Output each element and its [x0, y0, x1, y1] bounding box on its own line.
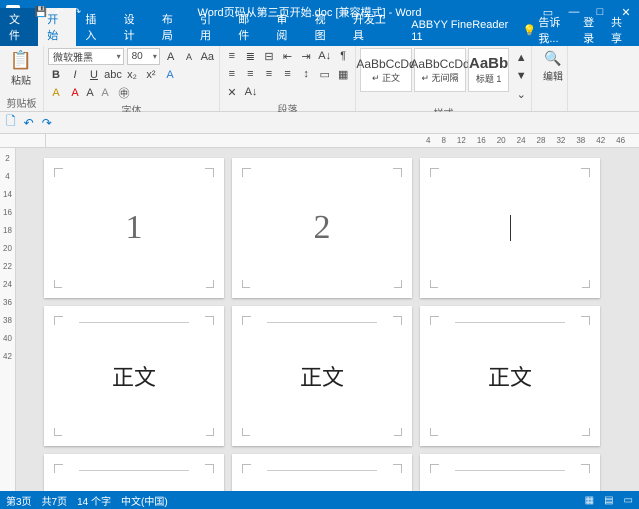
tab-abbyy[interactable]: ABBYY FineReader 11 — [402, 16, 522, 46]
sort-icon[interactable]: A↓ — [317, 48, 333, 64]
italic-button[interactable]: I — [67, 67, 83, 83]
group-clipboard-label: 剪贴板 — [4, 94, 39, 110]
shrink-font-icon[interactable]: A — [181, 49, 196, 65]
qat2-redo-icon[interactable]: ↷ — [42, 116, 52, 130]
view-print-icon[interactable]: ▤ — [604, 495, 613, 506]
tab-references[interactable]: 引用 — [191, 8, 229, 46]
align-left-icon[interactable]: ≡ — [224, 66, 240, 82]
enclose-icon[interactable]: ㊥ — [116, 85, 132, 101]
tab-mailings[interactable]: 邮件 — [229, 8, 267, 46]
align-right-icon[interactable]: ≡ — [261, 66, 277, 82]
page-thumbnail: 正文 — [232, 306, 412, 446]
show-marks-icon[interactable]: ¶ — [335, 48, 351, 64]
paste-button[interactable]: 📋 粘贴 — [4, 48, 38, 89]
view-web-icon[interactable]: ▭ — [624, 495, 633, 506]
status-total[interactable]: 共7页 — [42, 493, 68, 508]
qat-save-icon[interactable]: 💾 — [34, 5, 48, 19]
subscript-button[interactable]: x₂ — [124, 67, 140, 83]
view-read-icon[interactable]: ▦ — [585, 495, 594, 506]
find-icon: 🔍 — [544, 50, 561, 67]
style-heading1[interactable]: AaBb 标题 1 — [468, 48, 509, 92]
font-color-icon[interactable]: A — [67, 85, 83, 101]
page-thumbnail — [420, 158, 600, 298]
bold-button[interactable]: B — [48, 67, 64, 83]
highlight-icon[interactable]: A — [48, 85, 64, 101]
styles-scroll-up-icon[interactable]: ▲ — [513, 50, 529, 66]
shading-icon[interactable]: ▭ — [317, 66, 333, 82]
tab-file[interactable]: 文件 — [0, 8, 38, 46]
borders-icon[interactable]: ▦ — [335, 66, 351, 82]
style-normal[interactable]: AaBbCcDd ↵ 正文 — [360, 48, 412, 92]
tab-design[interactable]: 设计 — [115, 8, 153, 46]
char-border-icon[interactable]: A — [86, 85, 94, 101]
justify-icon[interactable]: ≡ — [280, 66, 296, 82]
clipboard-icon: 📋 — [10, 50, 32, 71]
tab-developer[interactable]: 开发工具 — [344, 8, 402, 46]
increase-indent-icon[interactable]: ⇥ — [298, 48, 314, 64]
page-thumbnail — [44, 454, 224, 491]
style-nospacing[interactable]: AaBbCcDd ↵ 无间隔 — [414, 48, 466, 92]
decrease-indent-icon[interactable]: ⇤ — [280, 48, 296, 64]
text-effects-icon[interactable]: A — [162, 67, 178, 83]
tab-review[interactable]: 审阅 — [267, 8, 305, 46]
styles-scroll-down-icon[interactable]: ▼ — [513, 68, 529, 84]
font-size-select[interactable]: 80 — [127, 48, 160, 65]
page-thumbnail — [420, 454, 600, 491]
multilevel-icon[interactable]: ⊟ — [261, 48, 277, 64]
qat2-new-icon[interactable]: 🗋 — [6, 112, 16, 133]
char-shading-icon[interactable]: A — [97, 85, 113, 101]
styles-expand-icon[interactable]: ⌄ — [513, 86, 529, 102]
page-thumbnail: 正文 — [44, 306, 224, 446]
paragraph-settings-icon[interactable]: A↓ — [243, 84, 259, 100]
tab-view[interactable]: 视图 — [306, 8, 344, 46]
numbering-icon[interactable]: ≣ — [243, 48, 259, 64]
tell-me[interactable]: 💡 告诉我... — [523, 14, 575, 46]
snap-to-grid-icon[interactable]: ✕ — [224, 84, 240, 100]
document-canvas[interactable]: 1 2 正文 正文 正文 — [16, 148, 639, 491]
qat-redo-icon[interactable]: ↷ — [70, 5, 84, 19]
strike-button[interactable]: abc — [105, 67, 121, 83]
bullets-icon[interactable]: ≡ — [224, 48, 240, 64]
text-cursor — [510, 215, 511, 241]
editing-button[interactable]: 🔍 编辑 — [536, 48, 570, 85]
page-thumbnail: 正文 — [420, 306, 600, 446]
page-thumbnail — [232, 454, 412, 491]
superscript-button[interactable]: x² — [143, 67, 159, 83]
change-case-icon[interactable]: Aa — [200, 49, 215, 65]
grow-font-icon[interactable]: A — [163, 49, 178, 65]
line-spacing-icon[interactable]: ↕ — [298, 66, 314, 82]
align-center-icon[interactable]: ≡ — [243, 66, 259, 82]
tab-layout[interactable]: 布局 — [153, 8, 191, 46]
status-lang[interactable]: 中文(中国) — [121, 493, 168, 508]
horizontal-ruler[interactable]: 4 8 12 16 20 24 28 32 38 42 46 — [46, 134, 639, 147]
vertical-ruler[interactable]: 2 4 14 16 18 20 22 24 36 38 40 42 — [0, 148, 16, 491]
page-thumbnail: 2 — [232, 158, 412, 298]
font-name-select[interactable]: 微软雅黑 — [48, 48, 124, 65]
status-words[interactable]: 14 个字 — [77, 493, 111, 508]
qat-undo-icon[interactable]: ↶ — [52, 5, 66, 19]
signin-link[interactable]: 登录 — [583, 14, 603, 46]
status-page[interactable]: 第3页 — [6, 493, 32, 508]
page-thumbnail: 1 — [44, 158, 224, 298]
share-button[interactable]: 共享 — [611, 14, 631, 46]
qat2-undo-icon[interactable]: ↶ — [24, 116, 34, 130]
underline-button[interactable]: U — [86, 67, 102, 83]
